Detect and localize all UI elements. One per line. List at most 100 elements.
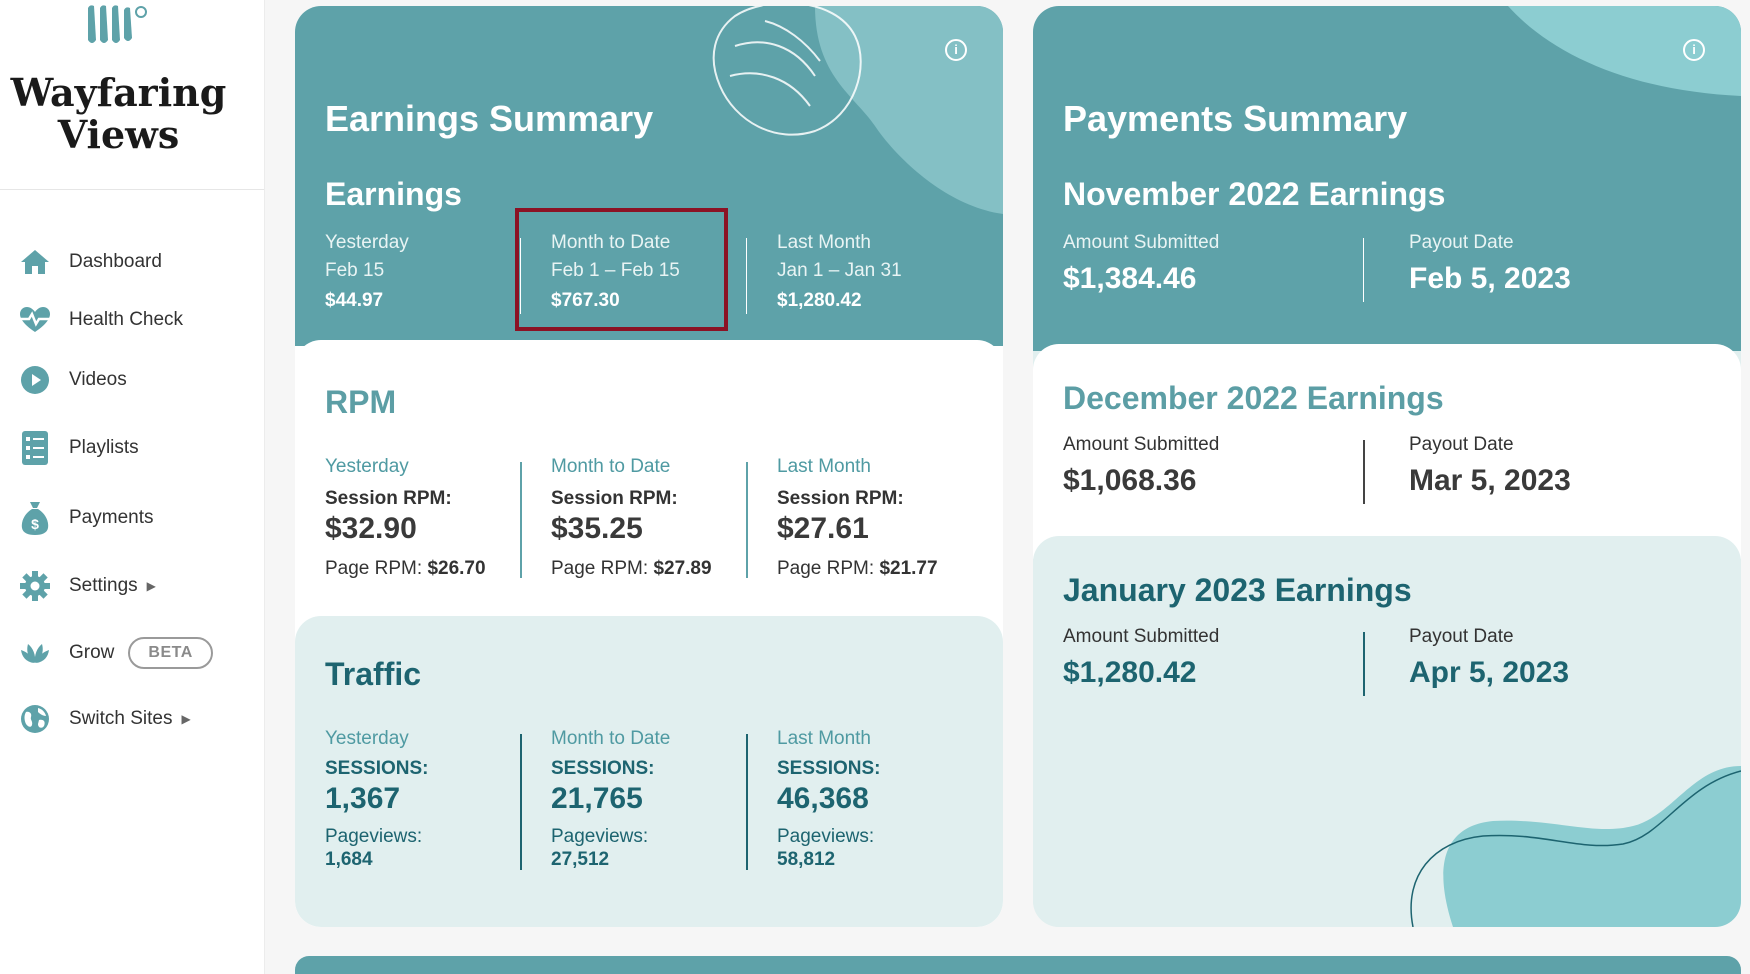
traffic-yesterday-sessions: 1,367 — [325, 782, 401, 815]
earnings-subtitle: Earnings — [325, 176, 462, 212]
sessions-label: SESSIONS: — [551, 758, 655, 779]
traffic-mtd-pageviews: 27,512 — [551, 849, 610, 870]
traffic-last-month-label: Last Month — [777, 728, 871, 749]
play-icon — [18, 363, 52, 397]
page-rpm-label: Page RPM: — [551, 558, 649, 579]
heartbeat-icon — [18, 303, 52, 337]
traffic-mtd-sessions: 21,765 — [551, 782, 643, 815]
info-icon[interactable]: i — [945, 39, 967, 61]
earnings-yesterday-value: $44.97 — [325, 290, 384, 311]
next-card-edge — [295, 956, 1741, 974]
amount-submitted-label: Amount Submitted — [1063, 232, 1220, 253]
session-rpm-label: Session RPM: — [551, 488, 678, 509]
november-amount: $1,384.46 — [1063, 262, 1197, 295]
rpm-last-month-session: $27.61 — [777, 512, 869, 545]
december-payout-date: Mar 5, 2023 — [1409, 464, 1571, 497]
divider — [746, 734, 748, 870]
page-rpm-label: Page RPM: — [325, 558, 423, 579]
traffic-section: Traffic Yesterday SESSIONS: 1,367 Pagevi… — [295, 616, 1003, 927]
earnings-last-month-value: $1,280.42 — [777, 290, 862, 311]
sidebar-item-label: Payments — [69, 507, 154, 528]
brand-name[interactable]: Wayfaring Views — [0, 72, 237, 156]
session-rpm-label: Session RPM: — [777, 488, 904, 509]
november-earnings-heading: November 2022 Earnings — [1063, 176, 1446, 212]
sidebar-item-label: Switch Sites — [69, 708, 173, 729]
sidebar-item-label: Settings — [69, 575, 138, 596]
payments-summary-card: i Payments Summary November 2022 Earning… — [1033, 6, 1741, 927]
globe-icon — [18, 702, 52, 736]
january-section: January 2023 Earnings Amount Submitted $… — [1033, 536, 1741, 927]
rpm-mtd-session: $35.25 — [551, 512, 643, 545]
pageviews-label: Pageviews: — [777, 826, 875, 847]
session-rpm-label: Session RPM: — [325, 488, 452, 509]
rpm-section: RPM Yesterday Session RPM: $32.90 Page R… — [295, 340, 1003, 630]
rpm-yesterday-page: $26.70 — [427, 558, 486, 579]
earnings-yesterday-label: Yesterday — [325, 232, 409, 253]
rpm-mtd-label: Month to Date — [551, 456, 671, 477]
sidebar-item-switch-sites[interactable]: Switch Sites ▶ — [18, 697, 191, 741]
rpm-yesterday-session: $32.90 — [325, 512, 417, 545]
sidebar-item-payments[interactable]: $ Payments — [18, 496, 153, 540]
january-earnings-heading: January 2023 Earnings — [1063, 572, 1412, 608]
traffic-title: Traffic — [325, 656, 422, 692]
december-section: December 2022 Earnings Amount Submitted … — [1033, 344, 1741, 559]
payments-summary-title: Payments Summary — [1063, 98, 1408, 139]
sidebar-item-dashboard[interactable]: Dashboard — [18, 240, 162, 284]
sidebar-item-settings[interactable]: Settings ▶ — [18, 564, 156, 608]
sidebar-item-label: Dashboard — [69, 251, 162, 272]
divider — [520, 734, 522, 870]
sidebar-item-label: Health Check — [69, 309, 184, 330]
pageviews-label: Pageviews: — [551, 826, 649, 847]
rpm-last-month-label: Last Month — [777, 456, 871, 477]
december-amount: $1,068.36 — [1063, 464, 1197, 497]
sessions-label: SESSIONS: — [325, 758, 429, 779]
svg-text:$: $ — [31, 516, 39, 532]
gear-icon — [18, 569, 52, 603]
traffic-last-month-sessions: 46,368 — [777, 782, 869, 815]
logo-area: Wayfaring Views — [0, 0, 264, 190]
sessions-label: SESSIONS: — [777, 758, 881, 779]
money-bag-icon: $ — [18, 501, 52, 535]
rpm-yesterday-label: Yesterday — [325, 456, 409, 477]
list-icon — [18, 431, 52, 465]
earnings-yesterday-range: Feb 15 — [325, 260, 385, 281]
sidebar-item-playlists[interactable]: Playlists — [18, 426, 139, 470]
home-icon — [18, 245, 52, 279]
beta-badge: BETA — [128, 637, 213, 669]
rpm-title: RPM — [325, 384, 397, 420]
payout-date-label: Payout Date — [1409, 232, 1514, 253]
january-payout-date: Apr 5, 2023 — [1409, 656, 1570, 689]
caret-right-icon: ▶ — [146, 579, 156, 593]
pageviews-label: Pageviews: — [325, 826, 423, 847]
january-amount: $1,280.42 — [1063, 656, 1197, 689]
payout-date-label: Payout Date — [1409, 434, 1514, 455]
earnings-summary-card: i Earnings Summary Earnings Yesterday Fe… — [295, 6, 1003, 927]
traffic-yesterday-pageviews: 1,684 — [325, 849, 373, 870]
earnings-last-month-range: Jan 1 – Jan 31 — [777, 260, 902, 281]
divider — [1363, 632, 1365, 696]
divider — [1363, 238, 1364, 302]
traffic-mtd-label: Month to Date — [551, 728, 671, 749]
page-rpm-label: Page RPM: — [777, 558, 875, 579]
logo-mark-icon — [88, 5, 147, 44]
december-earnings-heading: December 2022 Earnings — [1063, 380, 1444, 416]
sidebar-item-grow[interactable]: Grow BETA — [18, 631, 213, 675]
caret-right-icon: ▶ — [181, 712, 191, 726]
traffic-last-month-pageviews: 58,812 — [777, 849, 836, 870]
sidebar-item-videos[interactable]: Videos — [18, 358, 127, 402]
divider — [1363, 440, 1365, 504]
payout-date-label: Payout Date — [1409, 626, 1514, 647]
payments-header: i Payments Summary November 2022 Earning… — [1033, 6, 1741, 351]
sidebar-item-health-check[interactable]: Health Check — [18, 298, 183, 342]
earnings-summary-title: Earnings Summary — [325, 98, 654, 139]
rpm-mtd-page: $27.89 — [653, 558, 712, 579]
info-icon[interactable]: i — [1683, 39, 1705, 61]
sidebar-item-label: Grow — [69, 642, 115, 663]
divider — [520, 462, 522, 578]
sidebar-item-label: Videos — [69, 369, 127, 390]
sidebar-item-label: Playlists — [69, 437, 139, 458]
amount-submitted-label: Amount Submitted — [1063, 434, 1220, 455]
traffic-yesterday-label: Yesterday — [325, 728, 409, 749]
brand-name-line2: Views — [57, 112, 180, 157]
earnings-last-month-label: Last Month — [777, 232, 871, 253]
